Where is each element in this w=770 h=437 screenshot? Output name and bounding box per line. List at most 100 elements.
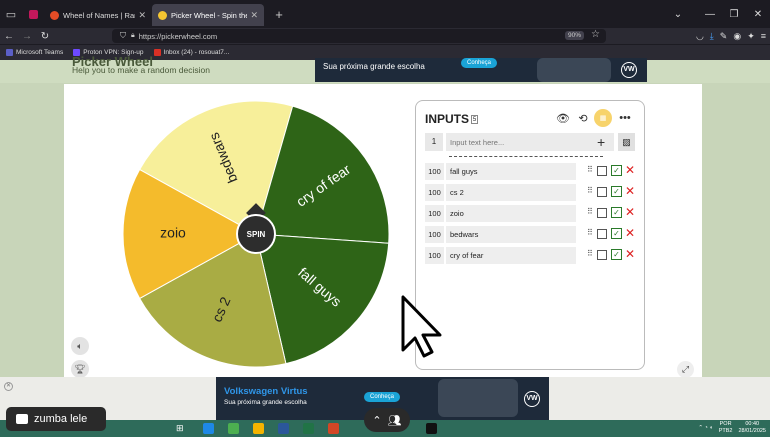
extension-icon[interactable]: ✎ <box>720 31 728 42</box>
checkbox-icon[interactable]: ✓ <box>611 249 622 260</box>
input-row: 1 + ▨ <box>425 133 635 151</box>
reload-icon[interactable]: ↻ <box>36 31 54 42</box>
lang-code: POR <box>719 421 732 427</box>
list-item: 100 cs 2 ⠿ ✓ ✕ <box>425 184 635 201</box>
app-icon[interactable] <box>426 423 437 434</box>
close-tab-icon[interactable]: ✕ <box>250 10 258 21</box>
url-bar[interactable]: ⛉ 🔒︎ https://pickerwheel.com 90% ☆ <box>112 29 606 43</box>
image-icon[interactable]: ▨ <box>618 133 635 151</box>
tab-wheel-of-names[interactable]: Wheel of Names | Random nam ✕ <box>44 4 152 26</box>
theme-icon[interactable]: ▦ <box>594 109 612 127</box>
back-icon[interactable]: ← <box>0 31 18 42</box>
delete-icon[interactable]: ✕ <box>625 226 635 241</box>
chrome-icon[interactable] <box>228 423 239 434</box>
drag-handle-icon[interactable]: ⠿ <box>587 186 593 195</box>
sound-icon[interactable]: 🔈︎ <box>71 337 89 355</box>
drag-handle-icon[interactable]: ⠿ <box>587 249 593 258</box>
eye-icon[interactable]: 👁︎ <box>554 109 572 127</box>
bookmark-star-icon[interactable]: ☆ <box>591 29 600 40</box>
floating-controls[interactable]: ⌃ 👥︎ <box>364 408 410 432</box>
word-icon[interactable] <box>278 423 289 434</box>
menu-icon[interactable]: ≡ <box>761 31 766 41</box>
keyboard-layout: PTB2 <box>718 428 733 434</box>
entry-weight[interactable]: 100 <box>425 247 444 264</box>
time: 00:40 <box>745 421 760 427</box>
mouse-cursor-icon <box>401 295 442 358</box>
ad-cta-button[interactable]: Conheça <box>364 392 401 402</box>
duplicate-icon[interactable] <box>597 250 607 260</box>
vw-logo: VW <box>524 391 540 407</box>
toast-label: zumba lele <box>34 413 88 425</box>
checkbox-icon[interactable]: ✓ <box>611 165 622 176</box>
navigation-bar: ← → ↻ ⛉ 🔒︎ https://pickerwheel.com 90% ☆… <box>0 28 770 44</box>
duplicate-icon[interactable] <box>597 187 607 197</box>
bookmark-teams[interactable]: Microsoft Teams <box>6 49 63 56</box>
shuffle-icon[interactable]: ⟲ <box>574 109 592 127</box>
close-window-button[interactable]: ✕ <box>746 9 770 20</box>
trophy-icon[interactable]: 🏆︎ <box>71 360 89 378</box>
delete-icon[interactable]: ✕ <box>625 205 635 220</box>
tab-overview-icon[interactable]: ▭ <box>0 3 22 25</box>
edge-icon[interactable] <box>203 423 214 434</box>
forward-icon[interactable]: → <box>18 31 36 42</box>
download-icon[interactable]: ⤓ <box>710 31 714 42</box>
entry-input[interactable] <box>446 133 614 151</box>
entry-name[interactable]: fall guys <box>446 163 576 180</box>
checkbox-icon[interactable]: ✓ <box>611 207 622 218</box>
pocket-icon[interactable]: ◡ <box>696 31 704 42</box>
language-indicator[interactable]: POR PTB2 <box>719 421 733 435</box>
entry-name[interactable]: bedwars <box>446 226 576 243</box>
clock[interactable]: 00:40 28/01/2025 <box>738 421 766 435</box>
duplicate-icon[interactable] <box>597 208 607 218</box>
ad-car-image <box>537 58 611 82</box>
account-icon[interactable]: ◉ <box>733 31 741 42</box>
delete-icon[interactable]: ✕ <box>625 184 635 199</box>
bookmark-inbox[interactable]: Inbox (24) - rosouat7... <box>153 49 229 56</box>
drag-handle-icon[interactable]: ⠿ <box>587 165 593 174</box>
puzzle-icon[interactable]: ✦ <box>747 31 755 42</box>
zoom-level[interactable]: 90% <box>564 31 584 40</box>
chevron-up-icon[interactable]: ⌃ <box>372 414 381 427</box>
entry-weight[interactable]: 100 <box>425 226 444 243</box>
powerpoint-icon[interactable] <box>328 423 339 434</box>
checkbox-icon[interactable]: ✓ <box>611 186 622 197</box>
entry-name[interactable]: cs 2 <box>446 184 576 201</box>
pinned-tab-icon[interactable] <box>22 3 44 25</box>
restore-button[interactable]: ❐ <box>722 9 746 20</box>
delete-icon[interactable]: ✕ <box>625 247 635 262</box>
entry-name[interactable]: zoio <box>446 205 576 222</box>
duplicate-icon[interactable] <box>597 229 607 239</box>
lock-icon: 🔒︎ <box>131 32 135 39</box>
minimize-button[interactable]: — <box>698 9 722 20</box>
close-tab-icon[interactable]: ✕ <box>138 10 146 21</box>
checkbox-icon[interactable]: ✓ <box>611 228 622 239</box>
chat-icon <box>16 414 28 424</box>
close-ad-icon[interactable]: ✕ <box>4 382 13 391</box>
duplicate-icon[interactable] <box>597 166 607 176</box>
more-icon[interactable]: ••• <box>616 109 634 127</box>
top-ad-banner[interactable]: Sua próxima grande escolha Conheça VW <box>315 58 647 82</box>
drag-handle-icon[interactable]: ⠿ <box>587 207 593 216</box>
spin-button[interactable]: SPIN <box>236 214 276 254</box>
system-tray: ⌃ ◔ ◖ POR PTB2 00:40 28/01/2025 <box>698 421 766 435</box>
excel-icon[interactable] <box>303 423 314 434</box>
entry-name[interactable]: cry of fear <box>446 247 576 264</box>
task-view-icon[interactable]: ⊞ <box>176 423 187 434</box>
fullscreen-icon[interactable]: ⤢ <box>677 361 694 378</box>
drag-handle-icon[interactable]: ⠿ <box>587 228 593 237</box>
ad-car-image <box>438 379 518 417</box>
wifi-icon[interactable]: ⌃ ◔ ◖ <box>698 425 712 431</box>
explorer-icon[interactable] <box>253 423 264 434</box>
delete-icon[interactable]: ✕ <box>625 163 635 178</box>
new-tab-button[interactable]: + <box>268 3 290 25</box>
ad-cta-button[interactable]: Conheça <box>461 58 498 68</box>
entry-weight[interactable]: 100 <box>425 205 444 222</box>
entry-weight[interactable]: 100 <box>425 184 444 201</box>
people-icon[interactable]: 👥︎ <box>388 414 402 427</box>
add-icon[interactable]: + <box>597 133 605 151</box>
tab-picker-wheel[interactable]: Picker Wheel - Spin the Wheel t ✕ <box>152 4 264 26</box>
tab-list-chevron-icon[interactable]: ⌄ <box>666 9 690 20</box>
entry-weight[interactable]: 100 <box>425 163 444 180</box>
chat-toast[interactable]: zumba lele <box>6 407 106 431</box>
tab-title: Wheel of Names | Random nam <box>63 10 135 20</box>
